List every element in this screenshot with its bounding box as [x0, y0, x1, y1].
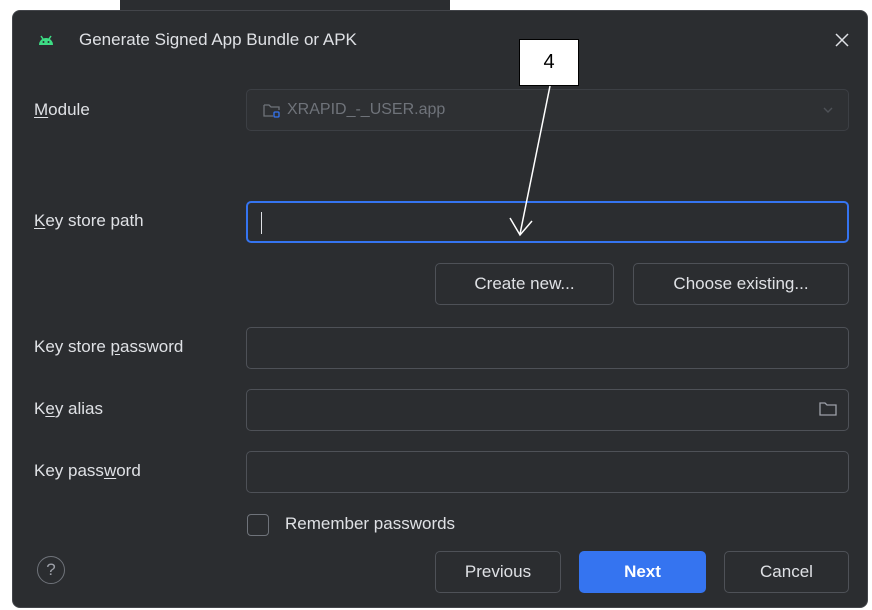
- module-value: XRAPID_-_USER.app: [287, 101, 446, 118]
- close-button[interactable]: [829, 27, 855, 53]
- create-new-button[interactable]: Create new...: [435, 263, 614, 305]
- annotation-callout: 4: [519, 39, 579, 86]
- previous-button[interactable]: Previous: [435, 551, 561, 593]
- module-label: Module: [34, 100, 90, 119]
- module-select[interactable]: XRAPID_-_USER.app: [246, 89, 849, 131]
- module-label-rest: odule: [48, 100, 90, 119]
- next-button[interactable]: Next: [579, 551, 706, 593]
- key-store-password-input[interactable]: [261, 328, 808, 368]
- key-alias-field[interactable]: [246, 389, 849, 431]
- key-alias-input[interactable]: [261, 390, 808, 430]
- key-store-path-input[interactable]: [262, 203, 807, 241]
- folder-icon[interactable]: [818, 400, 838, 418]
- title-bar: Generate Signed App Bundle or APK: [13, 11, 867, 71]
- remember-passwords-label[interactable]: Remember passwords: [285, 514, 455, 534]
- module-folder-icon: [263, 104, 280, 118]
- choose-existing-button[interactable]: Choose existing...: [633, 263, 849, 305]
- key-store-password-label: Key store password: [34, 337, 184, 356]
- key-password-input[interactable]: [261, 452, 808, 492]
- cancel-button[interactable]: Cancel: [724, 551, 849, 593]
- close-icon: [835, 33, 849, 47]
- generate-signed-dialog: Generate Signed App Bundle or APK Module…: [12, 10, 868, 608]
- key-store-password-field[interactable]: [246, 327, 849, 369]
- key-store-path-label: Key store path: [34, 211, 144, 230]
- help-button[interactable]: ?: [37, 556, 65, 584]
- key-password-label: Key password: [34, 461, 141, 480]
- background-window-edge: [120, 0, 450, 10]
- key-alias-label: Key alias: [34, 399, 103, 418]
- chevron-down-icon: [823, 107, 833, 113]
- android-icon: [39, 35, 53, 45]
- key-store-path-field[interactable]: [246, 201, 849, 243]
- dialog-title: Generate Signed App Bundle or APK: [79, 30, 357, 49]
- remember-passwords-checkbox[interactable]: [247, 514, 269, 536]
- key-password-field[interactable]: [246, 451, 849, 493]
